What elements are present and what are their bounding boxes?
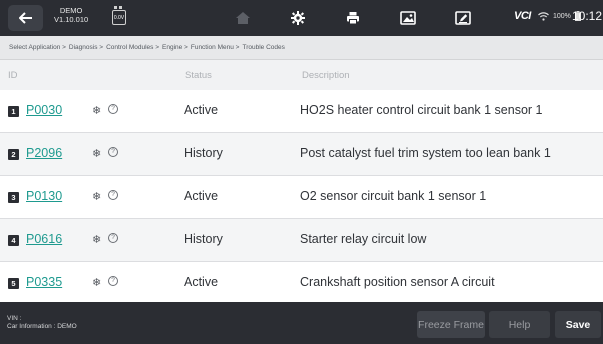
edit-icon[interactable] xyxy=(453,8,473,28)
vci-status: VCI xyxy=(514,10,531,22)
breadcrumb-trouble-codes: Trouble Codes xyxy=(242,44,285,51)
dtc-description: O2 sensor circuit bank 1 sensor 1 xyxy=(300,189,487,203)
table-row[interactable]: 3 P0130 ❄ ? Active O2 sensor circuit ban… xyxy=(0,176,603,219)
freeze-frame-icon[interactable]: ❄ xyxy=(92,233,101,246)
help-circle-icon[interactable]: ? xyxy=(108,233,118,243)
breadcrumb-function-menu[interactable]: Function Menu > xyxy=(191,44,240,51)
bottom-bar: VIN : Car Information : DEMO Freeze Fram… xyxy=(0,302,603,344)
dtc-description: Starter relay circuit low xyxy=(300,232,427,246)
dtc-code-link[interactable]: P0130 xyxy=(26,189,62,203)
breadcrumb-select-application[interactable]: Select Application > xyxy=(9,44,66,51)
help-button[interactable]: Help xyxy=(489,311,550,338)
vin-label: VIN : xyxy=(7,315,22,322)
back-button[interactable] xyxy=(8,5,43,31)
settings-gear-icon[interactable] xyxy=(288,8,308,28)
help-circle-icon[interactable]: ? xyxy=(108,104,118,114)
dtc-description: Post catalyst fuel trim system too lean … xyxy=(300,146,551,160)
dtc-code-link[interactable]: P2096 xyxy=(26,146,62,160)
dtc-status: History xyxy=(184,146,223,160)
help-circle-icon[interactable]: ? xyxy=(108,190,118,200)
column-header-id: ID xyxy=(8,70,18,81)
home-icon[interactable] xyxy=(233,8,253,28)
row-number: 2 xyxy=(8,149,19,160)
breadcrumb-diagnosis[interactable]: Diagnosis > xyxy=(69,44,103,51)
dtc-description: Crankshaft position sensor A circuit xyxy=(300,275,495,289)
row-number: 1 xyxy=(8,106,19,117)
wifi-icon xyxy=(538,11,549,21)
clock: 10:12 xyxy=(572,9,603,23)
car-information: Car Information : DEMO xyxy=(7,323,77,330)
battery-voltage-text: 0.0V xyxy=(112,10,126,25)
version-line1: DEMO xyxy=(59,6,83,15)
help-circle-icon[interactable]: ? xyxy=(108,276,118,286)
battery-voltage-indicator: 0.0V xyxy=(112,6,126,29)
row-number: 4 xyxy=(8,235,19,246)
table-row[interactable]: 2 P2096 ❄ ? History Post catalyst fuel t… xyxy=(0,133,603,176)
table-row[interactable]: 4 P0616 ❄ ? History Starter relay circui… xyxy=(0,219,603,262)
top-toolbar: DEMO V1.10.010 0.0V VCI 100% 10:12 xyxy=(0,0,603,36)
dtc-code-link[interactable]: P0335 xyxy=(26,275,62,289)
dtc-status: Active xyxy=(184,275,219,289)
save-button[interactable]: Save xyxy=(555,311,601,338)
table-row[interactable]: 5 P0335 ❄ ? Active Crankshaft position s… xyxy=(0,262,603,302)
vehicle-info: VIN : Car Information : DEMO xyxy=(7,315,77,331)
column-header-status: Status xyxy=(185,70,212,81)
version-line2: V1.10.010 xyxy=(54,15,89,24)
dtc-status: History xyxy=(184,232,223,246)
table-row[interactable]: 1 P0030 ❄ ? Active HO2S heater control c… xyxy=(0,90,603,133)
battery-terminals-icon xyxy=(114,6,122,9)
freeze-frame-button[interactable]: Freeze Frame xyxy=(417,311,485,338)
table-header: ID Status Description xyxy=(0,60,603,90)
breadcrumb-engine[interactable]: Engine > xyxy=(162,44,188,51)
dtc-code-link[interactable]: P0030 xyxy=(26,103,62,117)
help-circle-icon[interactable]: ? xyxy=(108,147,118,157)
dtc-status: Active xyxy=(184,189,219,203)
freeze-frame-icon[interactable]: ❄ xyxy=(92,147,101,160)
printer-icon[interactable] xyxy=(343,8,363,28)
dtc-code-link[interactable]: P0616 xyxy=(26,232,62,246)
row-number: 3 xyxy=(8,192,19,203)
row-number: 5 xyxy=(8,278,19,289)
trouble-code-list[interactable]: 1 P0030 ❄ ? Active HO2S heater control c… xyxy=(0,90,603,302)
image-icon[interactable] xyxy=(398,8,418,28)
back-arrow-icon xyxy=(18,12,32,24)
freeze-frame-icon[interactable]: ❄ xyxy=(92,104,101,117)
dtc-status: Active xyxy=(184,103,219,117)
freeze-frame-icon[interactable]: ❄ xyxy=(92,276,101,289)
dtc-description: HO2S heater control circuit bank 1 senso… xyxy=(300,103,543,117)
version-info: DEMO V1.10.010 xyxy=(54,6,88,24)
freeze-frame-icon[interactable]: ❄ xyxy=(92,190,101,203)
breadcrumb-control-modules[interactable]: Control Modules > xyxy=(106,44,159,51)
column-header-description: Description xyxy=(302,70,350,81)
battery-percent: 100% xyxy=(553,12,571,20)
breadcrumb: Select Application > Diagnosis > Control… xyxy=(0,36,603,60)
